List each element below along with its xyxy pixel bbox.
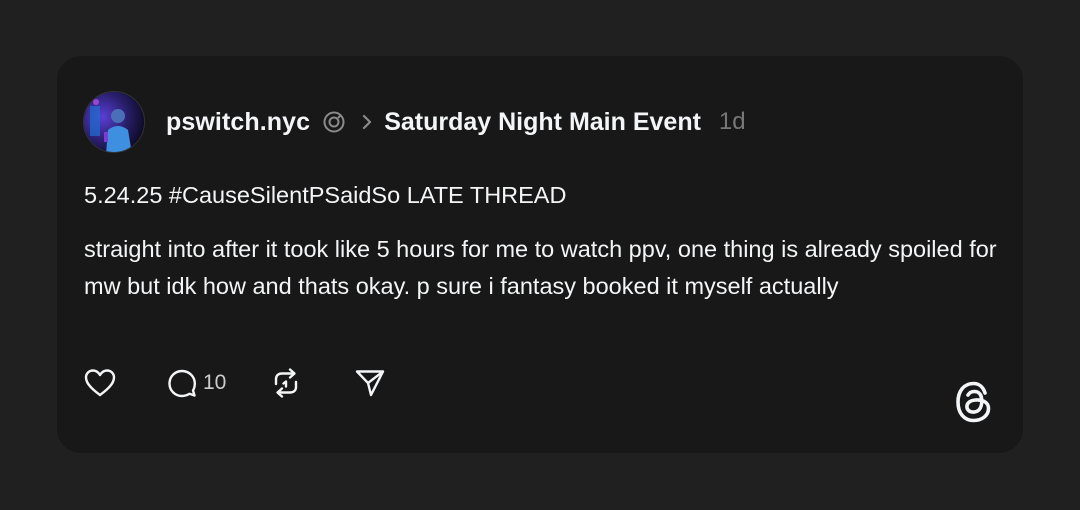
threads-logo-icon: [954, 380, 994, 424]
post-card[interactable]: pswitch.nyc Saturday Night Main Event 1d…: [57, 56, 1023, 453]
share-button[interactable]: [354, 367, 386, 399]
threads-badge-icon: [322, 110, 346, 134]
community-link[interactable]: Saturday Night Main Event: [384, 108, 701, 137]
post-body: straight into after it took like 5 hours…: [84, 236, 997, 299]
avatar[interactable]: [83, 91, 145, 153]
post-timestamp[interactable]: 1d: [719, 108, 746, 136]
reply-button[interactable]: 10: [167, 368, 226, 398]
post-actions: 10: [83, 365, 386, 401]
post-header: pswitch.nyc Saturday Night Main Event 1d: [83, 90, 746, 154]
reply-count: 10: [203, 371, 227, 394]
post-title: 5.24.25 #CauseSilentPSaidSo LATE THREAD: [84, 182, 567, 208]
comment-icon: [167, 368, 197, 398]
heart-icon: [83, 367, 117, 399]
chevron-right-icon: [360, 112, 374, 132]
repost-button[interactable]: [270, 367, 302, 399]
repost-icon: [270, 367, 302, 399]
username[interactable]: pswitch.nyc: [166, 108, 310, 137]
like-button[interactable]: [83, 367, 117, 399]
send-icon: [354, 367, 386, 399]
